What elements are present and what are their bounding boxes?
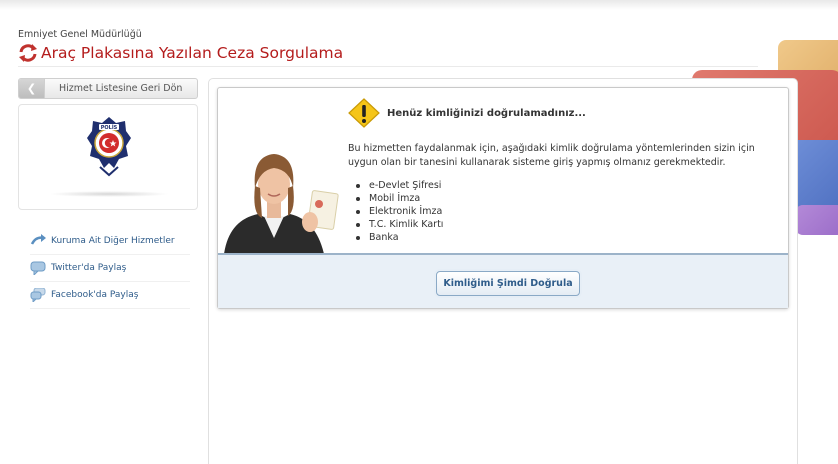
sidebar-item-label: Facebook'da Paylaş bbox=[51, 290, 139, 300]
sidebar-links: Kuruma Ait Diğer Hizmetler Twitter'da Pa… bbox=[30, 228, 190, 309]
page-title: Araç Plakasına Yazılan Ceza Sorgulama bbox=[41, 44, 344, 62]
warning-icon bbox=[348, 98, 380, 128]
sidebar-item-share-twitter[interactable]: Twitter'da Paylaş bbox=[30, 255, 190, 282]
page-header: Araç Plakasına Yazılan Ceza Sorgulama bbox=[18, 43, 343, 63]
header-divider bbox=[18, 66, 758, 67]
action-bar: Kimliğimi Şimdi Doğrula bbox=[218, 253, 788, 308]
method-label: Mobil İmza bbox=[369, 193, 421, 204]
institution-logo-box: POLİS bbox=[18, 104, 198, 210]
back-to-service-list-button[interactable]: ❮ Hizmet Listesine Geri Dön bbox=[18, 78, 198, 99]
list-item: Mobil İmza bbox=[356, 192, 443, 205]
back-button-label: Hizmet Listesine Geri Dön bbox=[59, 83, 183, 94]
bullet bbox=[356, 183, 360, 188]
notice-body: Henüz kimliğinizi doğrulamadınız... Bu h… bbox=[218, 88, 788, 253]
notice-title: Henüz kimliğinizi doğrulamadınız... bbox=[387, 108, 586, 119]
bullet bbox=[356, 209, 360, 214]
svg-text:POLİS: POLİS bbox=[101, 124, 118, 131]
woman-holding-id-card-illustration bbox=[224, 154, 339, 253]
bullet bbox=[356, 235, 360, 240]
sidebar-item-label: Twitter'da Paylaş bbox=[51, 263, 127, 273]
method-label: e-Devlet Şifresi bbox=[369, 180, 442, 191]
list-item: T.C. Kimlik Kartı bbox=[356, 218, 443, 231]
sidebar-item-other-services[interactable]: Kuruma Ait Diğer Hizmetler bbox=[30, 228, 190, 255]
method-label: Banka bbox=[369, 232, 399, 243]
list-item: Banka bbox=[356, 231, 443, 244]
verify-identity-button[interactable]: Kimliğimi Şimdi Doğrula bbox=[436, 271, 580, 296]
notice-description: Bu hizmetten faydalanmak için, aşağıdaki… bbox=[348, 143, 755, 168]
speech-bubble-icon bbox=[30, 261, 46, 275]
decorative-tile bbox=[795, 205, 838, 235]
return-arrow-icon bbox=[30, 234, 46, 245]
organization-name: Emniyet Genel Müdürlüğü bbox=[18, 29, 142, 40]
list-item: Elektronik İmza bbox=[356, 205, 443, 218]
top-shadow-band bbox=[0, 0, 838, 10]
method-label: T.C. Kimlik Kartı bbox=[369, 219, 444, 230]
sidebar-item-label: Kuruma Ait Diğer Hizmetler bbox=[51, 236, 175, 246]
chevron-left-icon: ❮ bbox=[19, 79, 45, 98]
police-badge-icon: POLİS bbox=[87, 117, 131, 177]
speech-bubbles-icon bbox=[30, 288, 46, 302]
refresh-arrows-icon bbox=[19, 44, 37, 62]
verification-notice-card: Henüz kimliğinizi doğrulamadınız... Bu h… bbox=[217, 87, 789, 309]
method-label: Elektronik İmza bbox=[369, 206, 443, 217]
bullet bbox=[356, 196, 360, 201]
sidebar-item-share-facebook[interactable]: Facebook'da Paylaş bbox=[30, 282, 190, 309]
logo-shadow bbox=[49, 191, 169, 197]
authentication-methods-list: e-Devlet Şifresi Mobil İmza Elektronik İ… bbox=[356, 179, 443, 244]
list-item: e-Devlet Şifresi bbox=[356, 179, 443, 192]
bullet bbox=[356, 222, 360, 227]
